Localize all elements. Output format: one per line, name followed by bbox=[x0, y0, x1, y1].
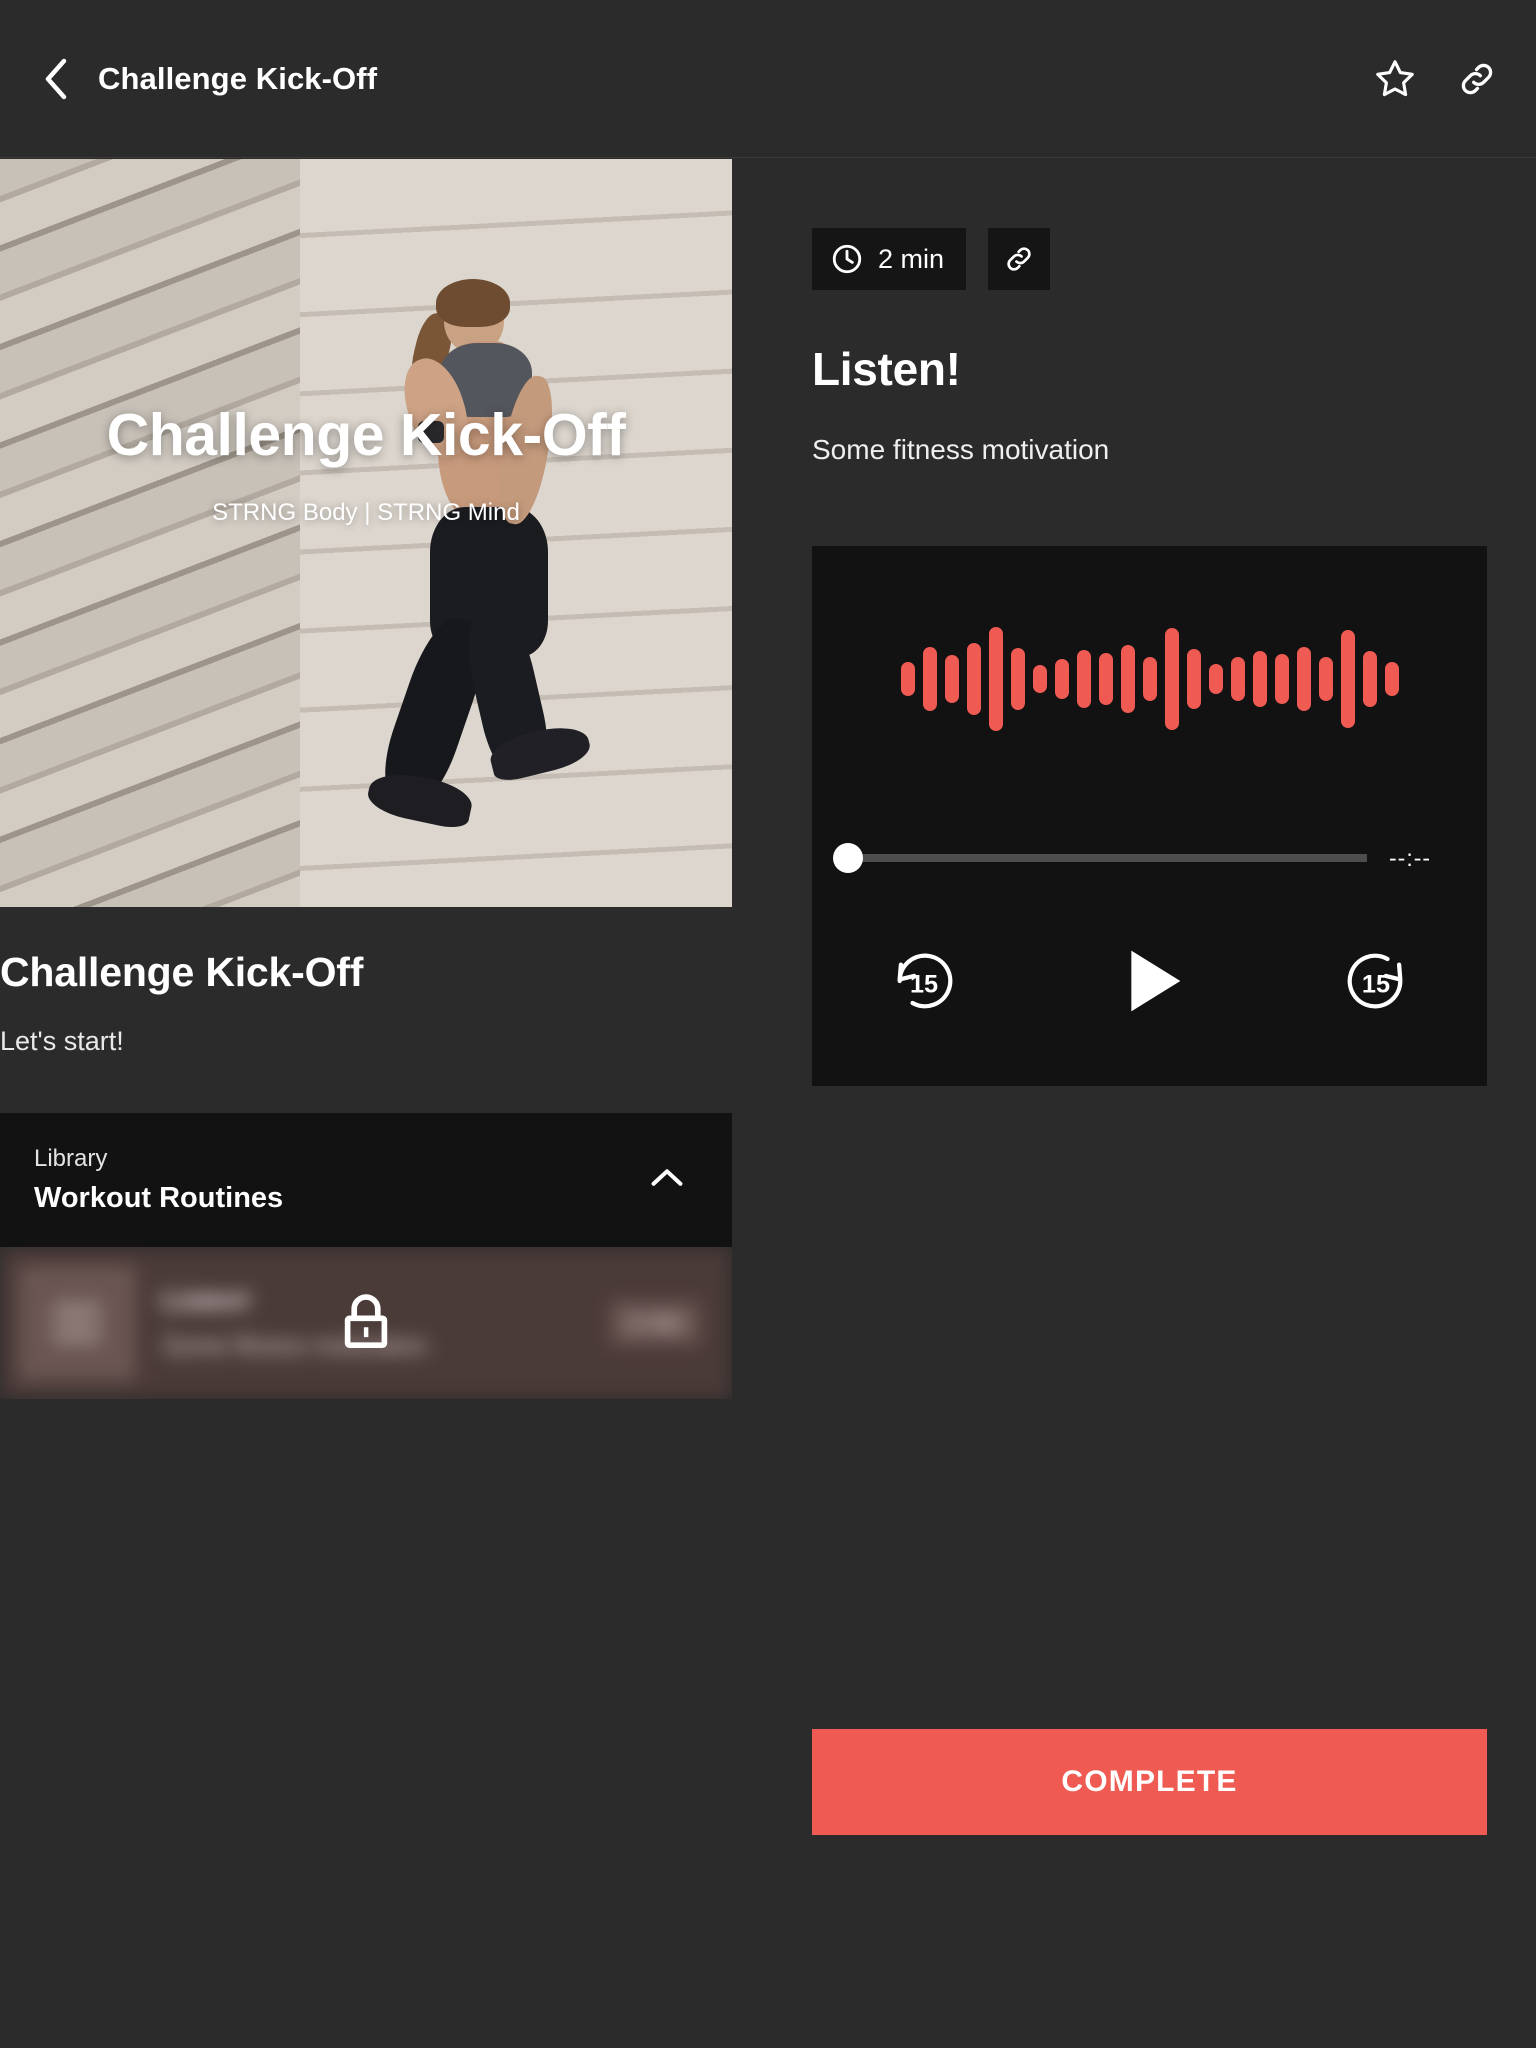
waveform-bar bbox=[1032, 665, 1047, 693]
waveform-bar bbox=[922, 647, 937, 711]
copy-link-button[interactable] bbox=[1454, 56, 1500, 102]
waveform-bar bbox=[1076, 650, 1091, 708]
waveform-bar bbox=[1318, 657, 1333, 701]
detail-subtitle: Some fitness motivation bbox=[812, 434, 1110, 465]
library-collapse-button[interactable] bbox=[644, 1155, 690, 1206]
duration-chip[interactable]: 2 min bbox=[812, 228, 967, 290]
back-button[interactable] bbox=[34, 57, 78, 101]
play-button[interactable] bbox=[1108, 939, 1192, 1023]
waveform-bar bbox=[1054, 659, 1069, 699]
waveform-bar bbox=[1362, 651, 1377, 707]
waveform-bar bbox=[1120, 645, 1135, 713]
waveform-bar bbox=[1274, 654, 1289, 704]
elapsed-time: --:-- bbox=[1389, 844, 1432, 871]
waveform-bar bbox=[966, 643, 981, 715]
seek-thumb[interactable] bbox=[833, 843, 863, 873]
hero-stairs bbox=[0, 159, 330, 907]
waveform-bar bbox=[1384, 662, 1399, 696]
app-bar: Challenge Kick-Off bbox=[0, 0, 1536, 158]
chevron-left-icon bbox=[45, 58, 67, 99]
locked-lesson-row[interactable]: Listen! Some fitness motivation 2 min bbox=[0, 1247, 732, 1399]
library-kicker: Library bbox=[34, 1145, 108, 1172]
seek-track[interactable] bbox=[833, 843, 1367, 873]
hero-title: Challenge Kick-Off bbox=[106, 402, 626, 468]
forward-15-button[interactable]: 15 bbox=[1340, 946, 1410, 1016]
player-controls: 15 15 bbox=[812, 926, 1487, 1036]
right-column: 2 min Listen! Some fitness motivation --… bbox=[812, 159, 1487, 1086]
hero-image: Challenge Kick-Off STRNG Body | STRNG Mi… bbox=[0, 159, 732, 907]
page-title: Challenge Kick-Off bbox=[98, 60, 378, 96]
waveform-bar bbox=[988, 627, 1003, 731]
waveform-bar bbox=[1230, 657, 1245, 701]
waveform-bar bbox=[1296, 647, 1311, 711]
detail-title: Listen! bbox=[812, 343, 961, 395]
complete-button[interactable]: COMPLETE bbox=[812, 1729, 1487, 1835]
left-column: Challenge Kick-Off STRNG Body | STRNG Mi… bbox=[0, 159, 732, 1399]
waveform-bar bbox=[1098, 653, 1113, 705]
lock-icon bbox=[344, 1294, 388, 1348]
svg-text:15: 15 bbox=[909, 971, 937, 999]
seek-bar: --:-- bbox=[833, 838, 1455, 878]
detail-link-button[interactable] bbox=[988, 228, 1051, 290]
favorite-button[interactable] bbox=[1372, 56, 1418, 102]
hero-runner-figure bbox=[364, 279, 702, 839]
lesson-title: Challenge Kick-Off bbox=[0, 949, 364, 995]
library-name: Workout Routines bbox=[34, 1182, 284, 1214]
hero-subtitle: STRNG Body | STRNG Mind bbox=[212, 499, 520, 526]
duration-chip-label: 2 min bbox=[878, 243, 945, 274]
waveform-bar bbox=[1164, 628, 1179, 730]
waveform-bar bbox=[1340, 630, 1355, 728]
waveform-bar bbox=[1142, 657, 1157, 701]
forward-15-icon: 15 bbox=[1347, 953, 1402, 1009]
audio-waveform bbox=[812, 614, 1487, 744]
app-bar-left: Challenge Kick-Off bbox=[34, 57, 1372, 101]
waveform-bar bbox=[944, 655, 959, 703]
waveform-bar bbox=[1208, 664, 1223, 694]
replay-15-icon: 15 bbox=[897, 953, 952, 1009]
library-section-header[interactable]: Library Workout Routines bbox=[0, 1113, 732, 1247]
audio-player: --:-- 15 15 bbox=[812, 546, 1487, 1086]
rewind-15-button[interactable]: 15 bbox=[890, 946, 960, 1016]
detail-meta-row: 2 min bbox=[812, 228, 1487, 290]
waveform-bar bbox=[1252, 651, 1267, 707]
star-outline-icon bbox=[1376, 59, 1414, 96]
play-icon bbox=[1130, 950, 1180, 1012]
link-icon bbox=[1461, 63, 1493, 94]
clock-icon bbox=[832, 244, 862, 274]
link-icon bbox=[1007, 247, 1031, 271]
library-section-labels: Library Workout Routines bbox=[34, 1145, 283, 1215]
app-bar-actions bbox=[1372, 56, 1500, 102]
waveform-bar bbox=[1010, 648, 1025, 710]
waveform-bar bbox=[900, 662, 915, 696]
chevron-up-icon bbox=[651, 1168, 683, 1186]
waveform-bar bbox=[1186, 649, 1201, 709]
svg-text:15: 15 bbox=[1361, 971, 1389, 999]
lesson-description: Let's start! bbox=[0, 1026, 124, 1056]
locked-row-overlay bbox=[0, 1247, 732, 1399]
